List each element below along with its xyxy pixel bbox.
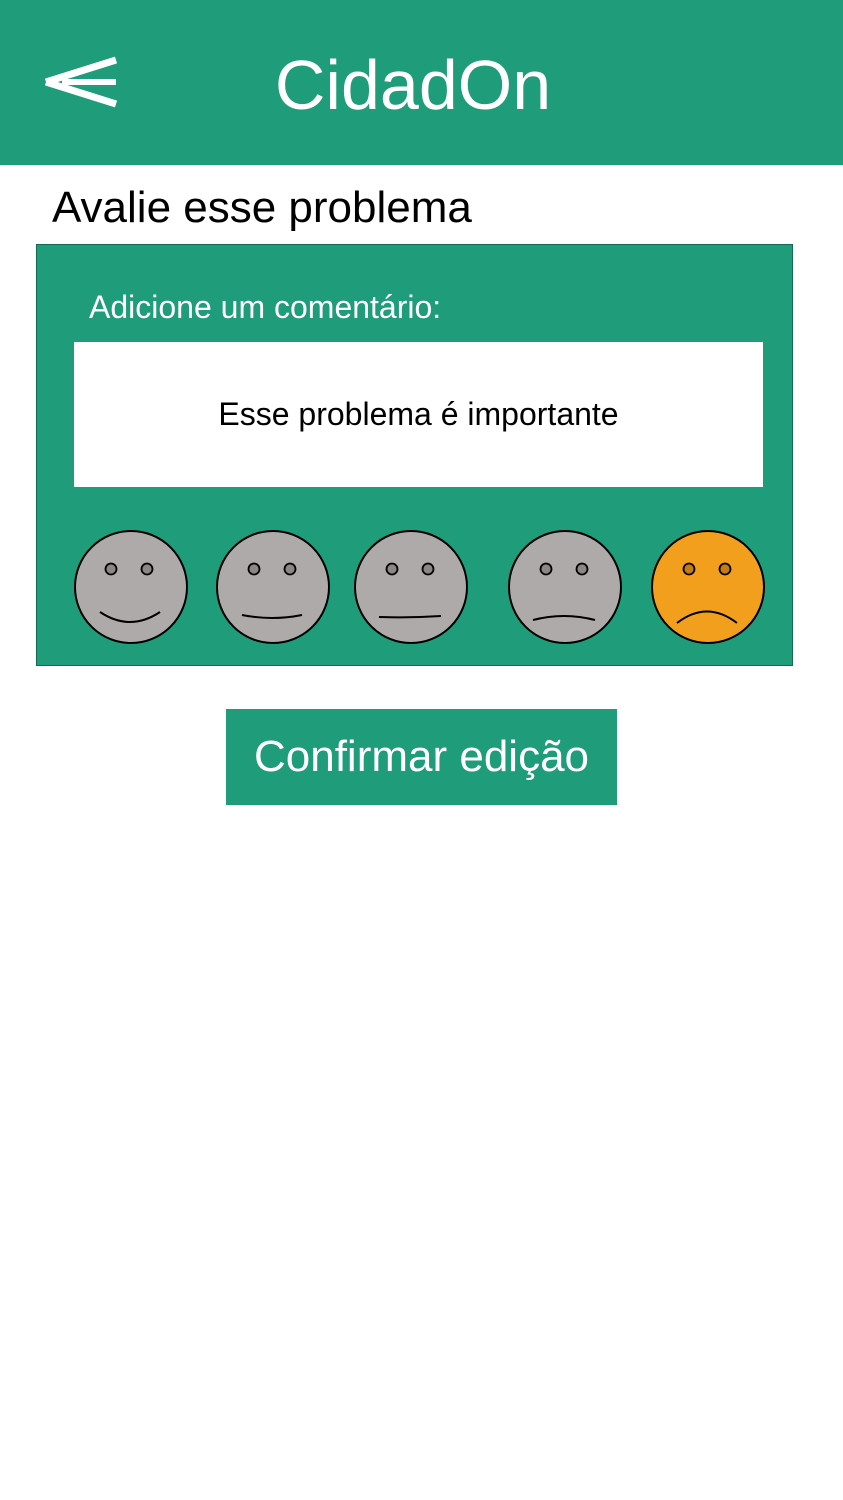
rating-option-neutral[interactable] [352, 528, 470, 646]
page-title: Avalie esse problema [52, 183, 472, 232]
neutral-face-icon [354, 530, 468, 644]
app-header: CidadOn [0, 0, 843, 165]
happy-face-icon [216, 530, 330, 644]
rating-panel: Adicione um comentário: Esse problema é … [36, 244, 793, 666]
confirm-edit-label: Confirmar edição [253, 732, 590, 781]
comment-text: Esse problema é importante [218, 396, 619, 432]
confirm-edit-button[interactable]: Confirmar edição [226, 709, 617, 805]
rating-option-very-happy[interactable] [72, 528, 190, 646]
very-sad-face-icon [651, 530, 765, 644]
rating-option-very-sad[interactable] [649, 528, 767, 646]
comment-input[interactable]: Esse problema é importante [74, 342, 763, 487]
very-happy-face-icon [74, 530, 188, 644]
app-title: CidadOn [274, 46, 552, 124]
rating-option-happy[interactable] [214, 528, 332, 646]
sad-face-icon [508, 530, 622, 644]
rating-option-sad[interactable] [506, 528, 624, 646]
comment-label: Adicione um comentário: [89, 289, 442, 325]
